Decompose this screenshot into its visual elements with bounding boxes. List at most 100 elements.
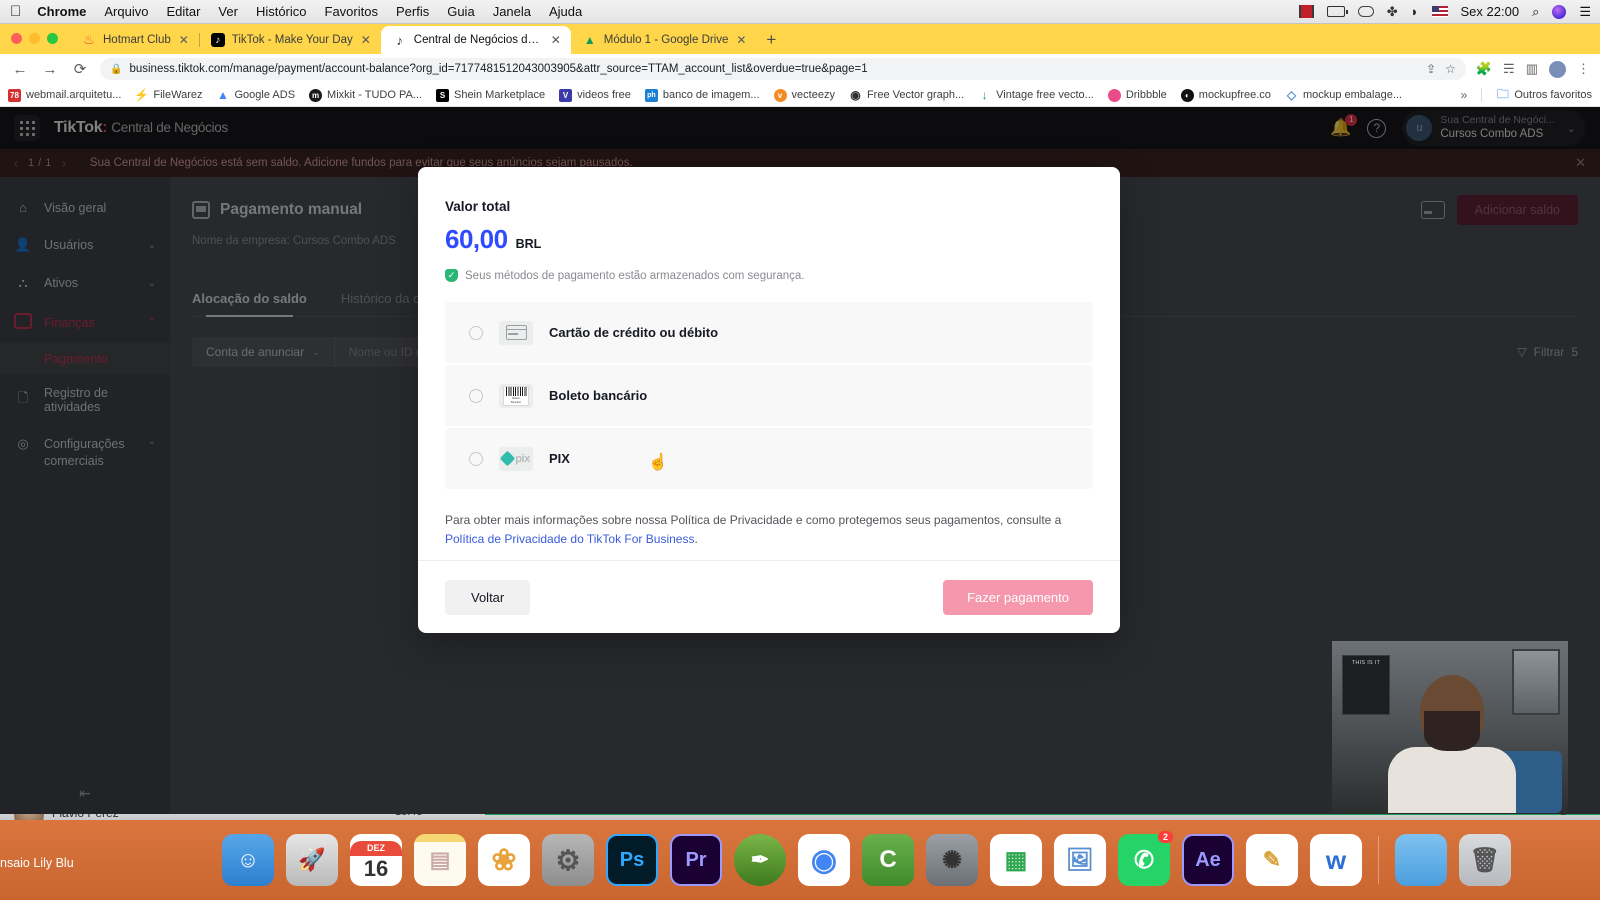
bookmark-free-vector[interactable]: ◉ Free Vector graph... (849, 88, 964, 102)
menu-item-janela[interactable]: Janela (493, 4, 531, 19)
battery-icon[interactable] (1326, 6, 1348, 17)
menu-item-ajuda[interactable]: Ajuda (549, 4, 582, 19)
apple-logo-icon[interactable]:  (10, 4, 21, 19)
siri-icon[interactable] (1552, 4, 1567, 19)
menu-item-favoritos[interactable]: Favoritos (325, 4, 378, 19)
bookmark-dribbble[interactable]: Dribbble (1107, 88, 1167, 102)
dock-item-finder[interactable]: ☺ (222, 834, 274, 886)
menu-item-ver[interactable]: Ver (218, 4, 238, 19)
maximize-window-button[interactable] (47, 33, 58, 44)
dock-item-premiere-pro[interactable]: Pr (670, 834, 722, 886)
bookmark-mixkit[interactable]: m Mixkit - TUDO PA... (309, 88, 422, 102)
dock-item-trash[interactable]: 🗑 (1459, 834, 1511, 886)
radio-button[interactable] (469, 451, 483, 466)
spotlight-search-icon[interactable]: ⌕ (1532, 4, 1539, 20)
forward-button[interactable]: → (40, 61, 60, 78)
menu-item-guia[interactable]: Guia (447, 4, 474, 19)
bookmark-vintage-vector[interactable]: ↓ Vintage free vecto... (978, 88, 1094, 102)
payment-method-label: Boleto bancário (549, 388, 648, 403)
bookmark-videos-free[interactable]: Vvideos free (559, 88, 631, 102)
bookmark-label: Shein Marketplace (453, 89, 546, 101)
close-tab-icon[interactable]: ✕ (360, 33, 372, 47)
menu-item-editar[interactable]: Editar (166, 4, 200, 19)
bookmarks-overflow-icon[interactable]: » (1461, 88, 1468, 102)
window-traffic-lights[interactable] (11, 33, 58, 44)
dock-item-whatsapp[interactable]: ✆ 2 (1118, 831, 1173, 886)
bookmark-vecteezy[interactable]: v vecteezy (773, 88, 835, 102)
control-center-icon[interactable]: ☰ (1579, 4, 1591, 20)
bookmark-star-icon[interactable]: ☆ (1445, 62, 1456, 76)
share-icon[interactable]: ⇪ (1426, 62, 1436, 76)
back-button[interactable]: Voltar (445, 579, 531, 615)
menu-item-historico[interactable]: Histórico (256, 4, 307, 19)
bookmark-google-ads[interactable]: ▲ Google ADS (217, 88, 295, 102)
bookmark-shein[interactable]: S Shein Marketplace (435, 88, 546, 102)
input-language-flag-icon[interactable] (1431, 6, 1448, 17)
payment-method-card[interactable]: Cartão de crédito ou débito (445, 302, 1093, 363)
privacy-policy-link[interactable]: Política de Privacidade do TikTok For Bu… (445, 532, 694, 546)
menu-item-arquivo[interactable]: Arquivo (104, 4, 148, 19)
address-bar[interactable]: 🔒 business.tiktok.com/manage/payment/acc… (100, 58, 1466, 80)
bookmark-label: videos free (577, 89, 631, 101)
browser-tab-hotmart[interactable]: ♨ Hotmart Club ✕ (70, 26, 199, 54)
close-tab-icon[interactable]: ✕ (550, 33, 562, 47)
close-window-button[interactable] (11, 33, 22, 44)
dock-item-photoshop[interactable]: Ps (606, 834, 658, 886)
new-tab-button[interactable]: + (766, 30, 776, 50)
payment-methods-list: Cartão de crédito ou débito Boleto Bancá… (445, 302, 1093, 489)
bookmark-banco-imagem[interactable]: ph banco de imagem... (644, 88, 760, 102)
dock-item-downloads-folder[interactable] (1395, 834, 1447, 886)
radio-button[interactable] (469, 325, 483, 340)
other-bookmarks-folder[interactable]: 🗀 Outros favoritos (1496, 87, 1592, 102)
dock-item-launchpad[interactable]: 🚀 (286, 834, 338, 886)
close-tab-icon[interactable]: ✕ (735, 33, 747, 47)
profile-avatar-icon[interactable] (1549, 60, 1566, 78)
webcam-overlay[interactable]: THIS IS IT (1332, 641, 1568, 813)
shein-icon: S (435, 88, 449, 102)
radio-button[interactable] (469, 388, 483, 403)
extensions-icon[interactable]: 🧩 (1476, 61, 1492, 77)
bluetooth-icon[interactable]: ✤ (1387, 4, 1398, 20)
dock-item-handbrake[interactable]: ✺ (926, 834, 978, 886)
dock-item-wondershare[interactable]: w (1310, 834, 1362, 886)
pix-icon: pix (499, 446, 533, 471)
boleto-caption-line1: Boleto (512, 397, 520, 401)
dock-item-notes[interactable]: ▤ (414, 834, 466, 886)
back-button[interactable]: ← (10, 61, 30, 78)
tiktok-icon: ♪ (396, 32, 404, 48)
dock-item-pages[interactable]: ✎ (1246, 834, 1298, 886)
browser-tab-google-drive[interactable]: ▲ Módulo 1 - Google Drive ✕ (571, 26, 757, 54)
close-tab-icon[interactable]: ✕ (178, 33, 190, 47)
bookmark-mockup-embalagem[interactable]: ◇ mockup embalage... (1285, 88, 1402, 102)
dock-item-photos[interactable]: ❀ (478, 834, 530, 886)
reading-list-icon[interactable]: ☴ (1503, 61, 1515, 77)
dock-item-system-preferences[interactable]: ⚙ (542, 834, 594, 886)
vecteezy-icon: v (773, 88, 787, 102)
side-panel-icon[interactable]: ▥ (1526, 61, 1538, 77)
wifi-icon[interactable]: ◗ (1411, 4, 1419, 19)
browser-tab-tiktok[interactable]: ♪ TikTok - Make Your Day ✕ (198, 26, 381, 54)
link-icon[interactable] (1357, 6, 1374, 17)
menu-item-chrome[interactable]: Chrome (37, 4, 86, 19)
chrome-menu-icon[interactable]: ⋮ (1577, 61, 1590, 77)
reload-button[interactable]: ⟳ (70, 60, 90, 78)
dock-item-pinceladas[interactable]: ✒ (734, 834, 786, 886)
screen-recording-icon[interactable] (1298, 5, 1314, 18)
bookmarks-divider (1481, 88, 1483, 102)
payment-method-boleto[interactable]: Boleto Bancário Boleto bancário (445, 365, 1093, 426)
dock-item-preview[interactable]: 🖼 (1054, 834, 1106, 886)
dock-item-camtasia[interactable]: C (862, 834, 914, 886)
bookmark-filewarez[interactable]: ⚡ FileWarez (134, 88, 202, 102)
bookmark-webmail[interactable]: 78 webmail.arquitetu... (8, 88, 121, 102)
whatsapp-badge: 2 (1157, 831, 1173, 843)
make-payment-button[interactable]: Fazer pagamento (943, 579, 1093, 615)
payment-method-pix[interactable]: pix PIX (445, 428, 1093, 489)
dock-item-numbers[interactable]: ▦ (990, 834, 1042, 886)
browser-tab-central-negocios[interactable]: ♪ Central de Negócios do TikTok ✕ (380, 26, 571, 54)
minimize-window-button[interactable] (29, 33, 40, 44)
dock-item-calendar[interactable]: DEZ 16 (350, 834, 402, 886)
menu-item-perfis[interactable]: Perfis (396, 4, 429, 19)
dock-item-chrome[interactable]: ◉ (798, 834, 850, 886)
bookmark-mockupfree[interactable]: ◐ mockupfree.co (1180, 88, 1271, 102)
dock-item-after-effects[interactable]: Ae (1182, 834, 1234, 886)
